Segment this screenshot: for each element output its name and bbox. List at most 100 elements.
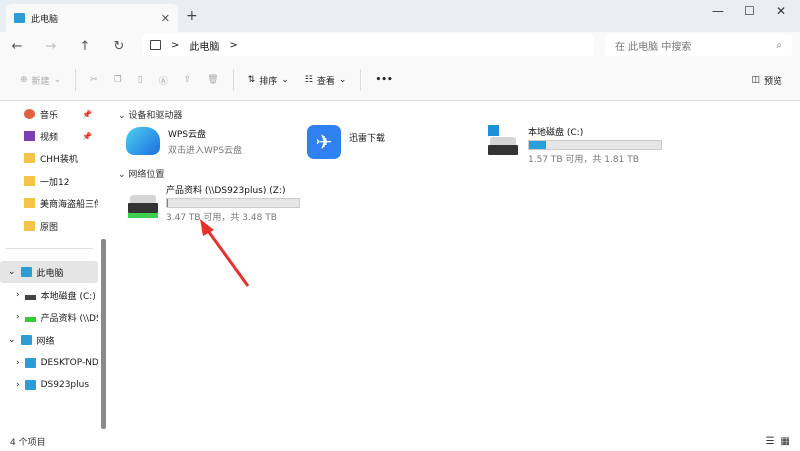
status-bar: 4 个项目 ☰ ▦ — [0, 432, 800, 451]
forward-button[interactable]: → — [34, 39, 68, 54]
label: DESKTOP-ND — [41, 358, 98, 368]
sort-button[interactable]: ⇅排序⌄ — [240, 74, 297, 87]
label: 此电脑 — [37, 266, 64, 279]
sidebar-item-network[interactable]: ⌄网络 — [0, 329, 98, 351]
sidebar-item-c-drive[interactable]: › 本地磁盘 (C:) — [0, 284, 98, 306]
sort-icon: ⇅ — [248, 75, 256, 85]
back-button[interactable]: ← — [0, 39, 34, 54]
close-window-button[interactable]: ✕ — [776, 4, 786, 18]
folder-icon — [24, 153, 35, 163]
item-name: WPS云盘 — [168, 127, 242, 140]
divider — [233, 69, 234, 91]
sidebar-divider — [6, 248, 93, 249]
monitor-icon — [150, 40, 161, 50]
computer-icon — [25, 380, 36, 390]
sidebar-item-z-drive[interactable]: ›产品资料 (\\DS — [0, 306, 98, 328]
new-label: 新建 — [32, 74, 50, 87]
more-options-button[interactable]: ••• — [367, 75, 400, 85]
breadcrumb-this-pc[interactable]: 此电脑 — [189, 38, 219, 53]
item-subtitle: 双击进入WPS云盘 — [168, 143, 242, 156]
wps-cloud-item[interactable]: WPS云盘双击进入WPS云盘 — [126, 127, 242, 156]
section-header-network[interactable]: ⌄ 网络位置 — [118, 167, 164, 180]
share-icon[interactable]: ⇪ — [176, 75, 200, 85]
annotation-arrow — [190, 216, 260, 291]
computer-icon — [21, 267, 32, 277]
sidebar-item-desktop[interactable]: › DESKTOP-ND — [0, 352, 98, 374]
new-tab-button[interactable]: + — [186, 8, 198, 24]
search-placeholder: 在 此电脑 中搜索 — [615, 38, 691, 53]
label: 原图 — [40, 220, 58, 233]
item-count: 4 个项目 — [10, 435, 46, 448]
refresh-button[interactable]: ↻ — [102, 39, 136, 54]
sidebar-scrollbar[interactable] — [101, 239, 106, 429]
tiles-view-button[interactable]: ▦ — [781, 436, 790, 447]
search-icon: ⌕ — [776, 40, 782, 51]
c-drive-item[interactable]: 本地磁盘 (C:) 1.57 TB 可用，共 1.81 TB — [488, 125, 662, 165]
xunlei-item[interactable]: ✈ 迅雷下载 — [307, 125, 385, 159]
divider — [360, 69, 361, 91]
cloud-icon — [126, 127, 160, 155]
sidebar-item-videos[interactable]: 视频 📌 — [0, 125, 98, 147]
minimize-button[interactable]: — — [712, 4, 724, 18]
chevron-down-icon: ⌄ — [8, 267, 16, 277]
chevron-right-icon: › — [16, 358, 20, 368]
video-icon — [24, 131, 35, 141]
view-label: 查看 — [317, 74, 335, 87]
pin-icon: 📌 — [82, 132, 92, 141]
plus-icon: ⊕ — [20, 75, 28, 85]
breadcrumb-chevron[interactable]: > — [229, 40, 237, 51]
section-header-devices[interactable]: ⌄ 设备和驱动器 — [118, 108, 182, 121]
sidebar-item-this-pc[interactable]: ⌄ 此电脑 — [0, 261, 98, 283]
sidebar-item-folder[interactable]: 原图 — [0, 215, 98, 237]
chevron-down-icon: ⌄ — [8, 335, 16, 345]
label: 美商海盗船三件 — [40, 197, 98, 210]
chevron-right-icon: › — [16, 290, 20, 300]
network-icon — [21, 335, 32, 345]
address-bar[interactable]: > 此电脑 > — [142, 34, 594, 56]
tab-title: 此电脑 — [31, 12, 58, 25]
view-icon: ☷ — [305, 75, 313, 85]
music-icon — [24, 109, 35, 119]
up-button[interactable]: ↑ — [68, 39, 102, 54]
sort-label: 排序 — [259, 74, 277, 87]
tab-this-pc[interactable]: 此电脑 ✕ — [6, 4, 178, 32]
folder-icon — [24, 221, 35, 231]
bird-icon: ✈ — [307, 125, 341, 159]
sidebar-item-folder[interactable]: 美商海盗船三件 — [0, 192, 98, 214]
item-name: 迅雷下载 — [349, 131, 385, 159]
label: DS923plus — [41, 380, 89, 390]
search-input[interactable]: 在 此电脑 中搜索 ⌕ — [605, 34, 792, 56]
preview-button[interactable]: ◫预览 — [743, 74, 790, 87]
capacity-bar — [528, 140, 662, 150]
pin-icon: 📌 — [82, 110, 92, 119]
new-button[interactable]: ⊕新建⌄ — [12, 74, 69, 87]
label: 音乐 — [40, 108, 58, 121]
label: 视频 — [40, 130, 58, 143]
label: 本地磁盘 (C:) — [41, 289, 96, 302]
maximize-button[interactable]: ☐ — [744, 4, 755, 18]
details-view-button[interactable]: ☰ — [766, 436, 775, 447]
folder-icon — [24, 198, 35, 208]
network-drive-icon — [25, 317, 36, 322]
tab-close-button[interactable]: ✕ — [161, 12, 170, 25]
drive-icon — [25, 295, 36, 300]
view-button[interactable]: ☷查看⌄ — [297, 74, 355, 87]
item-capacity: 1.57 TB 可用，共 1.81 TB — [528, 152, 662, 165]
copy-icon[interactable]: ❐ — [106, 75, 130, 85]
delete-icon[interactable]: 🗑 — [199, 75, 226, 85]
paste-icon[interactable]: ▯ — [130, 75, 151, 85]
breadcrumb-separator: > — [171, 40, 179, 51]
file-view: ⌄ 设备和驱动器 WPS云盘双击进入WPS云盘 ✈ 迅雷下载 本地磁盘 (C:)… — [110, 101, 800, 431]
sidebar-item-folder[interactable]: 一加12 — [0, 170, 98, 192]
label: CHH装机 — [40, 152, 78, 165]
rename-icon[interactable]: Ⓐ — [151, 74, 176, 87]
cut-icon[interactable]: ✂ — [82, 75, 106, 85]
folder-icon — [24, 176, 35, 186]
sidebar-item-ds923plus[interactable]: › DS923plus — [0, 374, 98, 396]
windows-drive-icon — [488, 125, 520, 165]
preview-icon: ◫ — [751, 75, 760, 85]
chevron-right-icon: › — [16, 380, 20, 390]
navigation-pane: 音乐 📌 视频 📌 CHH装机 一加12 美商海盗船三件 原图 ⌄ 此电脑 › 本地磁盘… — [0, 101, 100, 431]
sidebar-item-folder[interactable]: CHH装机 — [0, 147, 98, 169]
sidebar-item-music[interactable]: 音乐 📌 — [0, 103, 98, 125]
